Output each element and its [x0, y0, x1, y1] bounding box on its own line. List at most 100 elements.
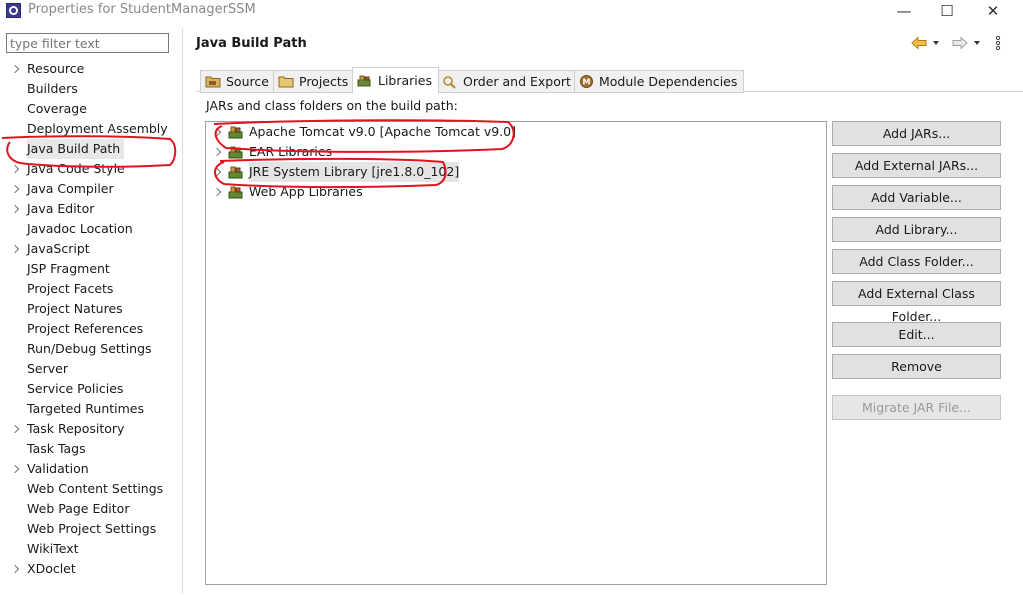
tab-projects[interactable]: Projects	[273, 70, 356, 93]
add-external-class-folder-button[interactable]: Add External Class Folder...	[832, 281, 1001, 324]
sidebar-item-label: Server	[27, 361, 68, 376]
sidebar-item-task-repository[interactable]: Task Repository	[10, 419, 125, 439]
library-label: EAR Libraries	[249, 144, 333, 159]
sidebar-item-resource[interactable]: Resource	[10, 59, 84, 79]
sidebar-item-label: Java Code Style	[27, 161, 125, 176]
sidebar-item-server[interactable]: Server	[27, 359, 68, 379]
sidebar-item-label: Deployment Assembly	[27, 121, 168, 136]
sidebar-item-javascript[interactable]: JavaScript	[10, 239, 90, 259]
sidebar-item-label: WikiText	[27, 541, 79, 556]
library-label: Apache Tomcat v9.0 [Apache Tomcat v9.0]	[249, 124, 516, 139]
more-options-icon	[995, 35, 1001, 51]
library-jar-icon	[228, 186, 243, 199]
sidebar-item-coverage[interactable]: Coverage	[27, 99, 87, 119]
remove-button[interactable]: Remove	[832, 354, 1001, 379]
sidebar-item-task-tags[interactable]: Task Tags	[27, 439, 86, 459]
sidebar-item-label: Java Build Path	[27, 141, 121, 156]
library-item[interactable]: EAR Libraries	[212, 142, 333, 162]
sidebar-item-javadoc-location[interactable]: Javadoc Location	[27, 219, 133, 239]
sidebar-item-label: Task Tags	[27, 441, 86, 456]
sidebar-item-jsp-fragment[interactable]: JSP Fragment	[27, 259, 110, 279]
forward-nav[interactable]	[952, 34, 982, 52]
project-folder-icon	[278, 76, 294, 88]
sidebar-item-wikitext[interactable]: WikiText	[27, 539, 79, 559]
sidebar-item-web-content-settings[interactable]: Web Content Settings	[27, 479, 163, 499]
sidebar-item-label: Project Natures	[27, 301, 123, 316]
library-item[interactable]: JRE System Library [jre1.8.0_102]	[212, 162, 460, 182]
add-variable-button[interactable]: Add Variable...	[832, 185, 1001, 210]
view-menu[interactable]	[994, 34, 1002, 52]
sidebar-item-java-build-path[interactable]: Java Build Path	[27, 139, 125, 159]
sidebar-item-label: Java Editor	[27, 201, 95, 216]
migrate-jar-button: Migrate JAR File...	[832, 395, 1001, 420]
sidebar-item-project-facets[interactable]: Project Facets	[27, 279, 113, 299]
sidebar-item-project-references[interactable]: Project References	[27, 319, 143, 339]
window-title: Properties for StudentManagerSSM	[28, 2, 256, 17]
sidebar-item-targeted-runtimes[interactable]: Targeted Runtimes	[27, 399, 144, 419]
expand-arrow-icon[interactable]	[212, 187, 222, 197]
close-button[interactable]: ✕	[971, 0, 1015, 22]
tab-libraries-label: Libraries	[378, 73, 432, 88]
sidebar-item-java-code-style[interactable]: Java Code Style	[10, 159, 125, 179]
library-jar-icon	[228, 146, 243, 159]
back-nav[interactable]	[911, 34, 941, 52]
tab-order-and-export[interactable]: Order and Export	[437, 70, 578, 93]
source-folder-icon	[205, 76, 221, 88]
sidebar-item-project-natures[interactable]: Project Natures	[27, 299, 123, 319]
tab-module-dependencies[interactable]: M Module Dependencies	[574, 70, 745, 93]
sidebar-item-xdoclet[interactable]: XDoclet	[10, 559, 76, 579]
sidebar-item-web-project-settings[interactable]: Web Project Settings	[27, 519, 156, 539]
sidebar-item-label: Service Policies	[27, 381, 124, 396]
sidebar-item-java-compiler[interactable]: Java Compiler	[10, 179, 114, 199]
sidebar-item-label: Task Repository	[27, 421, 125, 436]
sidebar-item-label: XDoclet	[27, 561, 76, 576]
sidebar-item-deployment-assembly[interactable]: Deployment Assembly	[27, 119, 168, 139]
library-label: JRE System Library [jre1.8.0_102]	[249, 162, 460, 182]
library-item[interactable]: Web App Libraries	[212, 182, 363, 202]
sidebar-item-label: Builders	[27, 81, 78, 96]
sidebar-item-java-editor[interactable]: Java Editor	[10, 199, 95, 219]
filter-input[interactable]	[6, 33, 169, 53]
tab-projects-label: Projects	[299, 74, 349, 89]
module-icon: M	[580, 75, 593, 88]
sidebar-item-builders[interactable]: Builders	[27, 79, 78, 99]
tab-source-label: Source	[226, 74, 269, 89]
eclipse-app-icon	[6, 3, 21, 18]
sidebar-item-run-debug-settings[interactable]: Run/Debug Settings	[27, 339, 152, 359]
sidebar-item-label: Project References	[27, 321, 144, 336]
sidebar-item-label: Web Page Editor	[27, 501, 130, 516]
sidebar-item-label: Validation	[27, 461, 89, 476]
library-list[interactable]: Apache Tomcat v9.0 [Apache Tomcat v9.0] …	[205, 121, 827, 585]
add-jars-button[interactable]: Add JARs...	[832, 121, 1001, 146]
build-path-label: JARs and class folders on the build path…	[206, 98, 458, 113]
sidebar-item-validation[interactable]: Validation	[10, 459, 89, 479]
expand-arrow-icon[interactable]	[212, 127, 222, 137]
library-jar-icon	[228, 166, 243, 179]
add-external-jars-button[interactable]: Add External JARs...	[832, 153, 1001, 178]
minimize-button[interactable]: —	[882, 0, 926, 22]
tab-source[interactable]: Source	[200, 70, 276, 93]
sidebar-item-web-page-editor[interactable]: Web Page Editor	[27, 499, 129, 519]
library-item[interactable]: Apache Tomcat v9.0 [Apache Tomcat v9.0]	[212, 122, 516, 142]
sidebar-item-service-policies[interactable]: Service Policies	[27, 379, 123, 399]
sidebar-item-label: Web Project Settings	[27, 521, 157, 536]
expand-arrow-icon[interactable]	[212, 167, 222, 177]
maximize-button[interactable]: ☐	[925, 0, 969, 22]
add-class-folder-button[interactable]: Add Class Folder...	[832, 249, 1001, 274]
svg-text:M: M	[583, 78, 591, 87]
sidebar-item-label: Javadoc Location	[27, 221, 133, 236]
expand-arrow-icon[interactable]	[212, 147, 222, 157]
sidebar-item-label: Run/Debug Settings	[27, 341, 152, 356]
sidebar-item-label: Targeted Runtimes	[27, 401, 144, 416]
tab-libraries[interactable]: Libraries	[352, 67, 439, 94]
sidebar-item-label: JSP Fragment	[27, 261, 110, 276]
library-label: Web App Libraries	[249, 184, 363, 199]
title-bar: Properties for StudentManagerSSM — ☐ ✕	[0, 0, 1023, 22]
add-library-button[interactable]: Add Library...	[832, 217, 1001, 242]
sidebar-item-label: Coverage	[27, 101, 87, 116]
edit-button[interactable]: Edit...	[832, 322, 1001, 347]
back-arrow-icon	[911, 36, 927, 50]
sidebar-item-label: Java Compiler	[27, 181, 114, 196]
tab-order-and-export-label: Order and Export	[463, 74, 571, 89]
page-title: Java Build Path	[196, 36, 307, 51]
